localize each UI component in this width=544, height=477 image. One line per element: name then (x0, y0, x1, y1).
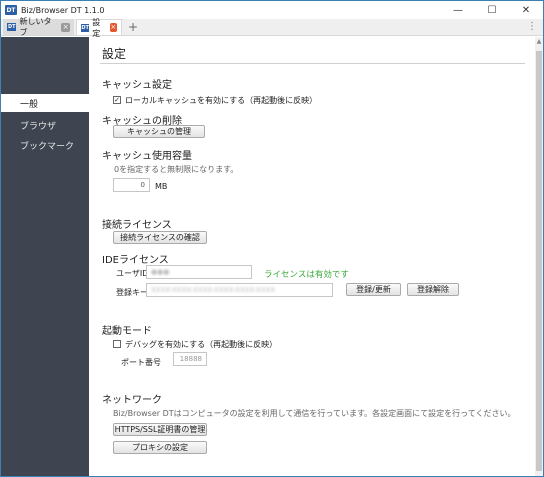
startup-mode-heading: 起動モード (102, 326, 152, 337)
tab-settings[interactable]: DT 設定 × (76, 18, 122, 38)
debug-checkbox[interactable] (113, 340, 121, 348)
user-id-label: ユーザID (116, 269, 149, 278)
cache-size-input[interactable]: 0 (113, 178, 150, 192)
tab-label: 新しいタブ (19, 17, 52, 37)
ide-license-heading: IDEライセンス (102, 255, 169, 266)
app-logo-icon: DT (5, 5, 17, 15)
tab-close-icon[interactable]: × (61, 22, 70, 32)
title-bar: DT Biz/Browser DT 1.1.0 — ☐ ✕ (1, 1, 543, 19)
tab-logo-icon: DT (7, 23, 17, 31)
tab-close-icon[interactable]: × (109, 23, 117, 32)
sidebar-item-bookmarks[interactable]: ブックマーク (1, 136, 89, 154)
sidebar-item-general[interactable]: 一般 (1, 94, 89, 112)
debug-label: デバッグを有効にする（再起動後に反映） (125, 340, 278, 349)
local-cache-checkbox[interactable]: ✓ (113, 96, 121, 104)
user-id-input[interactable]: ●●● (146, 265, 252, 279)
register-key-input[interactable]: XXXX-XXXX-XXXX-XXXX-XXXX-XXXX (146, 283, 333, 297)
sidebar-item-browser[interactable]: ブラウザ (1, 116, 89, 134)
app-window: DT Biz/Browser DT 1.1.0 — ☐ ✕ DT 新しいタブ ×… (0, 0, 544, 477)
cache-size-heading: キャッシュ使用容量 (102, 151, 192, 162)
port-input[interactable]: 18888 (173, 352, 207, 366)
network-heading: ネットワーク (102, 395, 162, 406)
window-controls: — ☐ ✕ (441, 1, 543, 19)
content-scrollbar[interactable]: ▲ (535, 37, 543, 476)
register-key-value: XXXX-XXXX-XXXX-XXXX-XXXX-XXXX (151, 286, 276, 294)
confirm-license-button[interactable]: 接続ライセンスの確認 (113, 231, 207, 244)
title-divider (100, 63, 525, 64)
maximize-button[interactable]: ☐ (475, 1, 509, 19)
close-window-button[interactable]: ✕ (509, 1, 543, 19)
connection-license-heading: 接続ライセンス (102, 220, 172, 231)
window-title: Biz/Browser DT 1.1.0 (21, 5, 105, 15)
cache-settings-heading: キャッシュ設定 (102, 80, 172, 91)
tab-bar: DT 新しいタブ × DT 設定 × + ⋮ (1, 17, 543, 38)
user-id-value: ●●● (151, 268, 170, 276)
settings-sidebar: 一般 ブラウザ ブックマーク (1, 37, 89, 476)
proxy-settings-button[interactable]: プロキシの設定 (113, 441, 207, 454)
tab-new-tab[interactable]: DT 新しいタブ × (3, 17, 74, 37)
minimize-button[interactable]: — (441, 1, 475, 19)
register-update-button[interactable]: 登録/更新 (346, 283, 401, 296)
scroll-thumb[interactable] (536, 51, 542, 471)
page-title: 設定 (102, 47, 127, 61)
cache-manage-button[interactable]: キャッシュの管理 (113, 125, 205, 138)
tab-menu-icon[interactable]: ⋮ (527, 21, 537, 32)
new-tab-plus-icon[interactable]: + (128, 19, 138, 35)
cache-size-unit: MB (155, 182, 168, 191)
port-label: ポート番号 (121, 358, 161, 367)
cache-size-note: 0を指定すると無制限になります。 (114, 165, 239, 174)
license-status: ライセンスは有効です (264, 270, 349, 280)
tab-label: 設定 (92, 17, 101, 38)
https-ssl-cert-button[interactable]: HTTPS/SSL証明書の管理 (113, 423, 207, 436)
network-note: Biz/Browser DTはコンピュータの設定を利用して通信を行っています。各… (113, 409, 516, 418)
local-cache-label: ローカルキャッシュを有効にする（再起動後に反映） (125, 96, 318, 105)
register-key-label: 登録キー (116, 288, 148, 297)
scroll-up-arrow-icon[interactable]: ▲ (535, 38, 543, 45)
unregister-button[interactable]: 登録解除 (407, 283, 459, 296)
settings-content: 設定 キャッシュ設定 ✓ ローカルキャッシュを有効にする（再起動後に反映） キャ… (89, 37, 535, 476)
tab-logo-icon: DT (81, 23, 90, 32)
